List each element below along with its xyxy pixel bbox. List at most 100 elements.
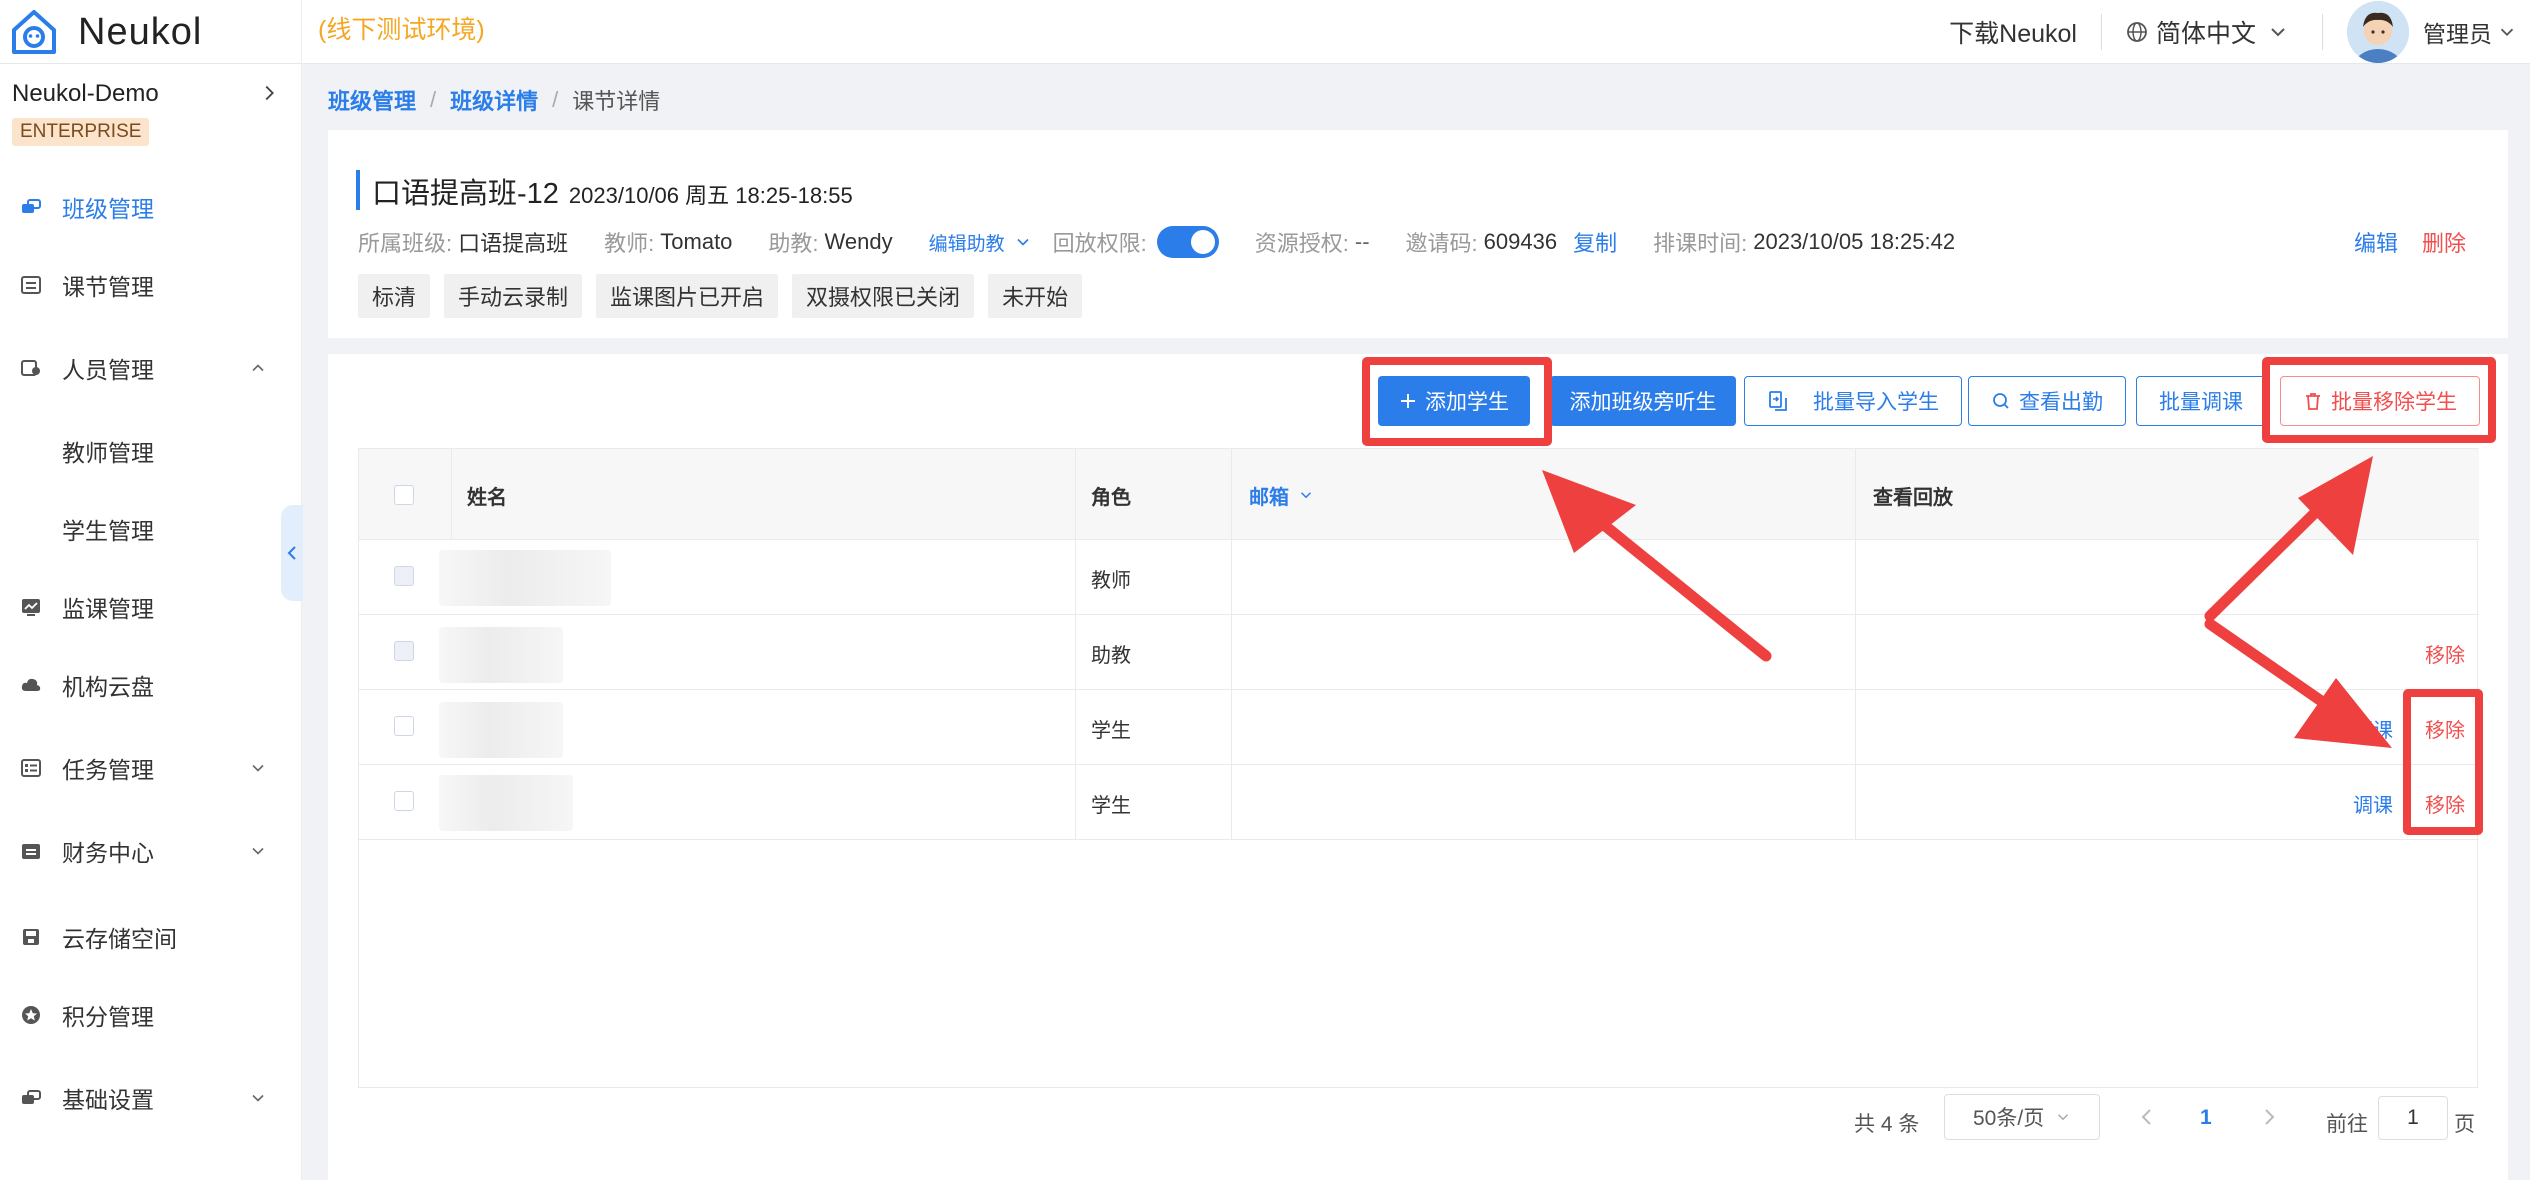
assistant-value: Wendy xyxy=(824,229,893,254)
environment-label: (线下测试环境) xyxy=(318,16,485,44)
view-attendance-button[interactable]: 查看出勤 xyxy=(1968,376,2126,426)
logo[interactable]: Neukol xyxy=(0,0,302,64)
user-label: 管理员 xyxy=(2423,21,2492,47)
chevron-left-icon[interactable] xyxy=(2136,1104,2158,1130)
sidebar-item-label: 班级管理 xyxy=(62,196,154,222)
column-name: 姓名 xyxy=(467,486,507,509)
lesson-info-card: 口语提高班-12 2023/10/06 周五 18:25-18:55 所属班级:… xyxy=(328,130,2508,338)
row-checkbox[interactable] xyxy=(394,791,414,811)
sidebar-item-label: 监课管理 xyxy=(62,596,154,622)
sidebar-item-cloud-storage[interactable]: 云存储空间 xyxy=(0,907,302,967)
chevron-down-icon xyxy=(252,1094,264,1102)
table-row: 学生 调课 移除 xyxy=(359,690,2479,765)
sidebar-item-cloud-drive[interactable]: 机构云盘 xyxy=(0,655,302,715)
logo-icon xyxy=(12,10,56,54)
download-link[interactable]: 下载Neukol xyxy=(1949,14,2077,50)
table-row: 学生 调课 移除 xyxy=(359,765,2479,840)
page-suffix: 页 xyxy=(2454,1113,2475,1136)
user-menu[interactable]: 管理员 xyxy=(2423,15,2518,49)
column-email-sort[interactable]: 邮箱 xyxy=(1249,449,1315,541)
chevron-down-icon xyxy=(252,847,264,855)
breadcrumb-class-management[interactable]: 班级管理 xyxy=(328,84,416,116)
schedule-label: 排课时间: xyxy=(1653,231,1748,256)
edit-button[interactable]: 编辑 xyxy=(2354,226,2398,258)
add-auditor-button[interactable]: 添加班级旁听生 xyxy=(1550,376,1736,426)
resource-label: 资源授权: xyxy=(1254,231,1349,256)
edit-assistant-button[interactable]: 编辑助教 xyxy=(929,229,1005,256)
row-role: 学生 xyxy=(1091,720,1131,742)
globe-icon xyxy=(2127,22,2147,42)
copy-button[interactable]: 复制 xyxy=(1573,226,1617,258)
row-role: 助教 xyxy=(1091,645,1131,667)
transfer-button[interactable]: 调课 xyxy=(2353,714,2393,743)
sidebar-item-task-management[interactable]: 任务管理 xyxy=(0,738,302,798)
transfer-button[interactable]: 调课 xyxy=(2353,789,2393,818)
student-name xyxy=(439,702,563,758)
sidebar-item-points-management[interactable]: 积分管理 xyxy=(0,985,302,1045)
batch-import-button[interactable]: 批量导入学生 xyxy=(1744,376,1962,426)
chevron-down-icon xyxy=(2058,1114,2069,1121)
delete-button[interactable]: 删除 xyxy=(2422,226,2466,258)
import-icon xyxy=(1769,391,1787,411)
status-badge: 未开始 xyxy=(988,274,1083,318)
sidebar-item-student-management[interactable]: 学生管理 xyxy=(0,499,302,559)
tag-dual-camera: 双摄权限已关闭 xyxy=(792,274,975,318)
sidebar-item-label: 财务中心 xyxy=(62,840,154,866)
select-all-checkbox[interactable] xyxy=(394,485,414,505)
student-table: 姓名 角色 邮箱 查看回放 教师 助教 移除 学生 调课 移除 学生 调课 移除 xyxy=(358,448,2479,1088)
playback-label: 回放权限: xyxy=(1052,231,1147,256)
sidebar-item-monitoring-management[interactable]: 监课管理 xyxy=(0,577,302,637)
sidebar-item-label: 基础设置 xyxy=(62,1087,154,1113)
student-table-card: 添加学生 添加班级旁听生 批量导入学生 查看出勤 批量调课 批量移除学生 姓名 … xyxy=(328,354,2508,1180)
goto-label: 前往 xyxy=(2326,1113,2368,1136)
sidebar-item-class-management[interactable]: 班级管理 xyxy=(0,177,302,237)
org-name[interactable]: Neukol-Demo xyxy=(12,80,159,108)
sidebar-item-label: 任务管理 xyxy=(62,757,154,783)
tag-recording: 手动云录制 xyxy=(444,274,583,318)
avatar[interactable] xyxy=(2347,1,2409,63)
chevron-down-icon xyxy=(2271,28,2285,37)
chevron-down-icon xyxy=(252,764,264,772)
pagination-total: 共 4 条 xyxy=(1854,1113,1920,1136)
row-role: 教师 xyxy=(1091,570,1131,592)
schedule-value: 2023/10/05 18:25:42 xyxy=(1753,229,1956,254)
lesson-actions: 编辑 删除 xyxy=(2354,226,2466,258)
lesson-tags: 标清 手动云录制 监课图片已开启 双摄权限已关闭 未开始 xyxy=(358,274,1083,318)
sidebar-item-label: 课节管理 xyxy=(62,274,154,300)
batch-transfer-button[interactable]: 批量调课 xyxy=(2136,376,2266,426)
row-checkbox[interactable] xyxy=(394,716,414,736)
playback-toggle[interactable] xyxy=(1156,226,1219,258)
sidebar-item-basic-settings[interactable]: 基础设置 xyxy=(0,1068,302,1128)
column-email: 邮箱 xyxy=(1249,486,1289,509)
sidebar-item-lesson-management[interactable]: 课节管理 xyxy=(0,255,302,315)
language-selector[interactable]: 简体中文 xyxy=(2126,14,2298,50)
sidebar-item-label: 学生管理 xyxy=(62,518,154,544)
row-checkbox xyxy=(394,641,414,661)
sidebar-item-finance-center[interactable]: 财务中心 xyxy=(0,821,302,881)
wallet-icon xyxy=(22,844,40,859)
chevron-up-icon xyxy=(252,364,264,372)
batch-transfer-label: 批量调课 xyxy=(2159,391,2243,414)
top-header: Neukol (线下测试环境) 下载Neukol 简体中文 管理员 xyxy=(0,0,2530,64)
invite-label: 邀请码: xyxy=(1405,231,1478,256)
star-icon xyxy=(22,1006,40,1024)
sidebar-collapse-toggle[interactable] xyxy=(281,505,303,601)
chevron-right-icon[interactable] xyxy=(2258,1104,2280,1130)
table-header: 姓名 角色 邮箱 查看回放 xyxy=(359,448,2479,540)
page-number[interactable]: 1 xyxy=(2200,1106,2212,1130)
remove-button[interactable]: 移除 xyxy=(2425,639,2465,668)
sidebar-item-label: 人员管理 xyxy=(62,357,154,383)
chevron-right-icon[interactable] xyxy=(258,82,280,104)
sidebar-item-personnel-management[interactable]: 人员管理 xyxy=(0,338,302,398)
breadcrumb-class-detail[interactable]: 班级详情 xyxy=(450,84,538,116)
page-size-select[interactable]: 50条/页 xyxy=(1944,1094,2100,1140)
annotation-highlight xyxy=(1362,357,1552,446)
goto-page-input[interactable]: 1 xyxy=(2378,1096,2448,1140)
tag-quality: 标清 xyxy=(358,274,431,318)
sidebar-item-teacher-management[interactable]: 教师管理 xyxy=(0,421,302,481)
annotation-highlight xyxy=(2262,357,2496,443)
header-divider xyxy=(2100,14,2102,50)
student-name xyxy=(439,627,563,683)
column-playback: 查看回放 xyxy=(1873,486,1953,509)
chevron-down-icon[interactable] xyxy=(1013,232,1033,252)
